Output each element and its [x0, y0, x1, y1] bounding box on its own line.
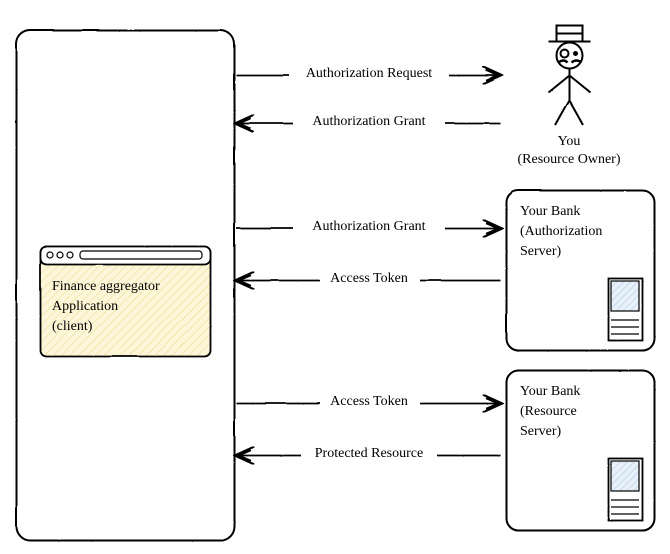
label-access-token-2: Access Token: [330, 394, 408, 409]
authorization-server: Your Bank (Authorization Server): [506, 190, 654, 350]
resource-server-label-3: Server): [520, 424, 562, 439]
client-container: Finance aggregator Application (client): [16, 30, 234, 540]
client-label-1: Finance aggregator: [52, 279, 160, 294]
auth-server-label-1: Your Bank: [520, 204, 580, 219]
owner-label-2: (Resource Owner): [517, 152, 620, 167]
owner-label-1: You: [558, 134, 581, 149]
resource-server-label-1: Your Bank: [520, 384, 580, 399]
resource-owner: You (Resource Owner): [517, 25, 620, 167]
server-icon: [608, 278, 642, 340]
auth-server-label-2: (Authorization: [520, 224, 602, 239]
label-protected-resource: Protected Resource: [315, 446, 423, 461]
label-auth-grant-1: Authorization Grant: [312, 114, 425, 129]
auth-server-label-3: Server): [520, 244, 562, 259]
oauth-flow-diagram: Finance aggregator Application (client) …: [0, 0, 670, 554]
resource-server: Your Bank (Resource Server): [506, 370, 654, 530]
stick-figure-icon: [548, 25, 590, 125]
label-auth-grant-2: Authorization Grant: [312, 219, 425, 234]
resource-server-label-2: (Resource: [520, 404, 577, 419]
label-auth-request: Authorization Request: [306, 66, 432, 81]
client-label-3: (client): [52, 319, 93, 334]
client-label-2: Application: [52, 299, 118, 314]
server-icon: [608, 458, 642, 520]
label-access-token-1: Access Token: [330, 271, 408, 286]
